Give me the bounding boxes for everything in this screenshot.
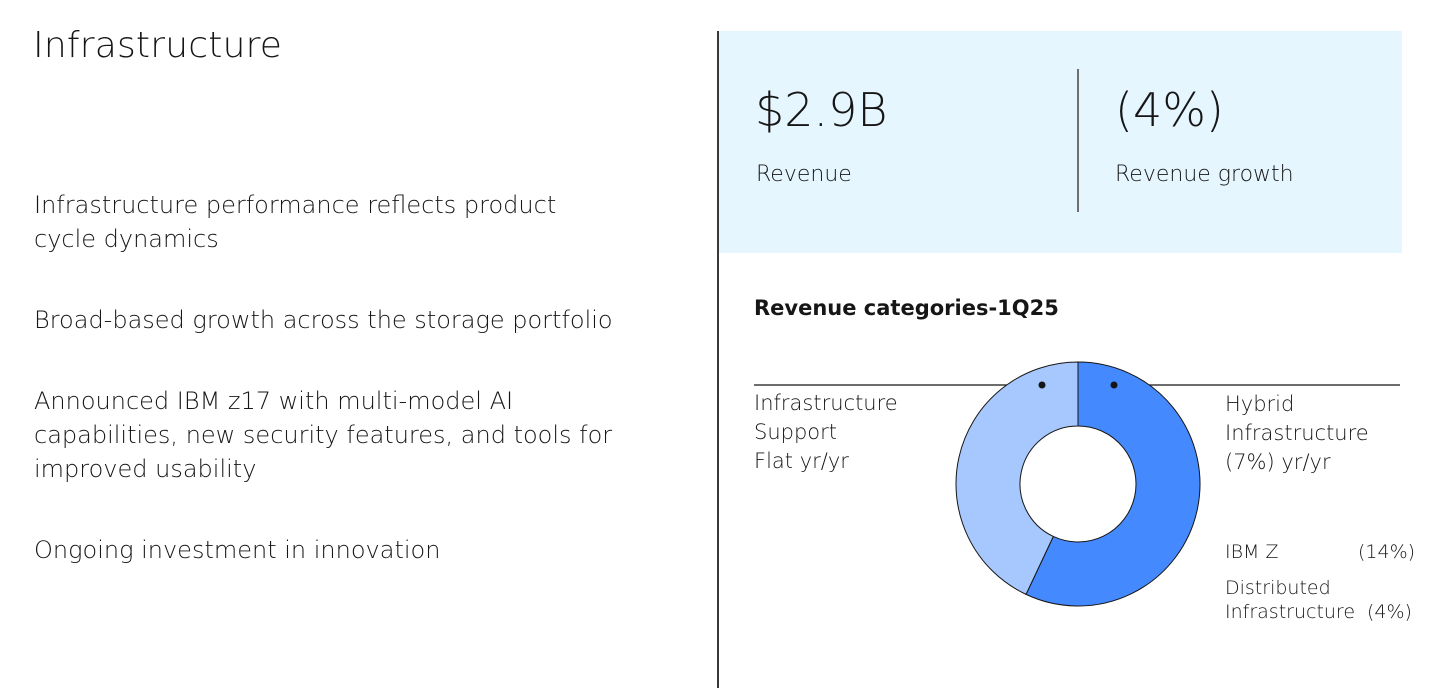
- hybrid-label-line: Hybrid: [1225, 392, 1295, 416]
- hybrid-leader-dot: [1110, 381, 1118, 389]
- donut-slices: [955, 361, 1201, 607]
- ibm-z-growth: (14%): [1358, 541, 1416, 563]
- distributed-name-line: Distributed: [1225, 577, 1331, 599]
- support-label: Infrastructure Support Flat yr/yr: [754, 389, 898, 476]
- hybrid-growth-label: (7%) yr/yr: [1225, 450, 1331, 474]
- support-label-line: Infrastructure: [754, 391, 898, 415]
- hybrid-label: Hybrid Infrastructure (7%) yr/yr: [1225, 390, 1369, 477]
- distributed-name-line: Infrastructure: [1225, 601, 1356, 623]
- support-leader-dot: [1038, 381, 1046, 389]
- ibm-z-name: IBM Z: [1225, 541, 1279, 563]
- donut-chart: [754, 361, 1400, 607]
- support-growth-label: Flat yr/yr: [754, 449, 849, 473]
- support-label-line: Support: [754, 420, 838, 444]
- distributed-growth: (4%): [1367, 601, 1412, 623]
- hybrid-label-line: Infrastructure: [1225, 421, 1369, 445]
